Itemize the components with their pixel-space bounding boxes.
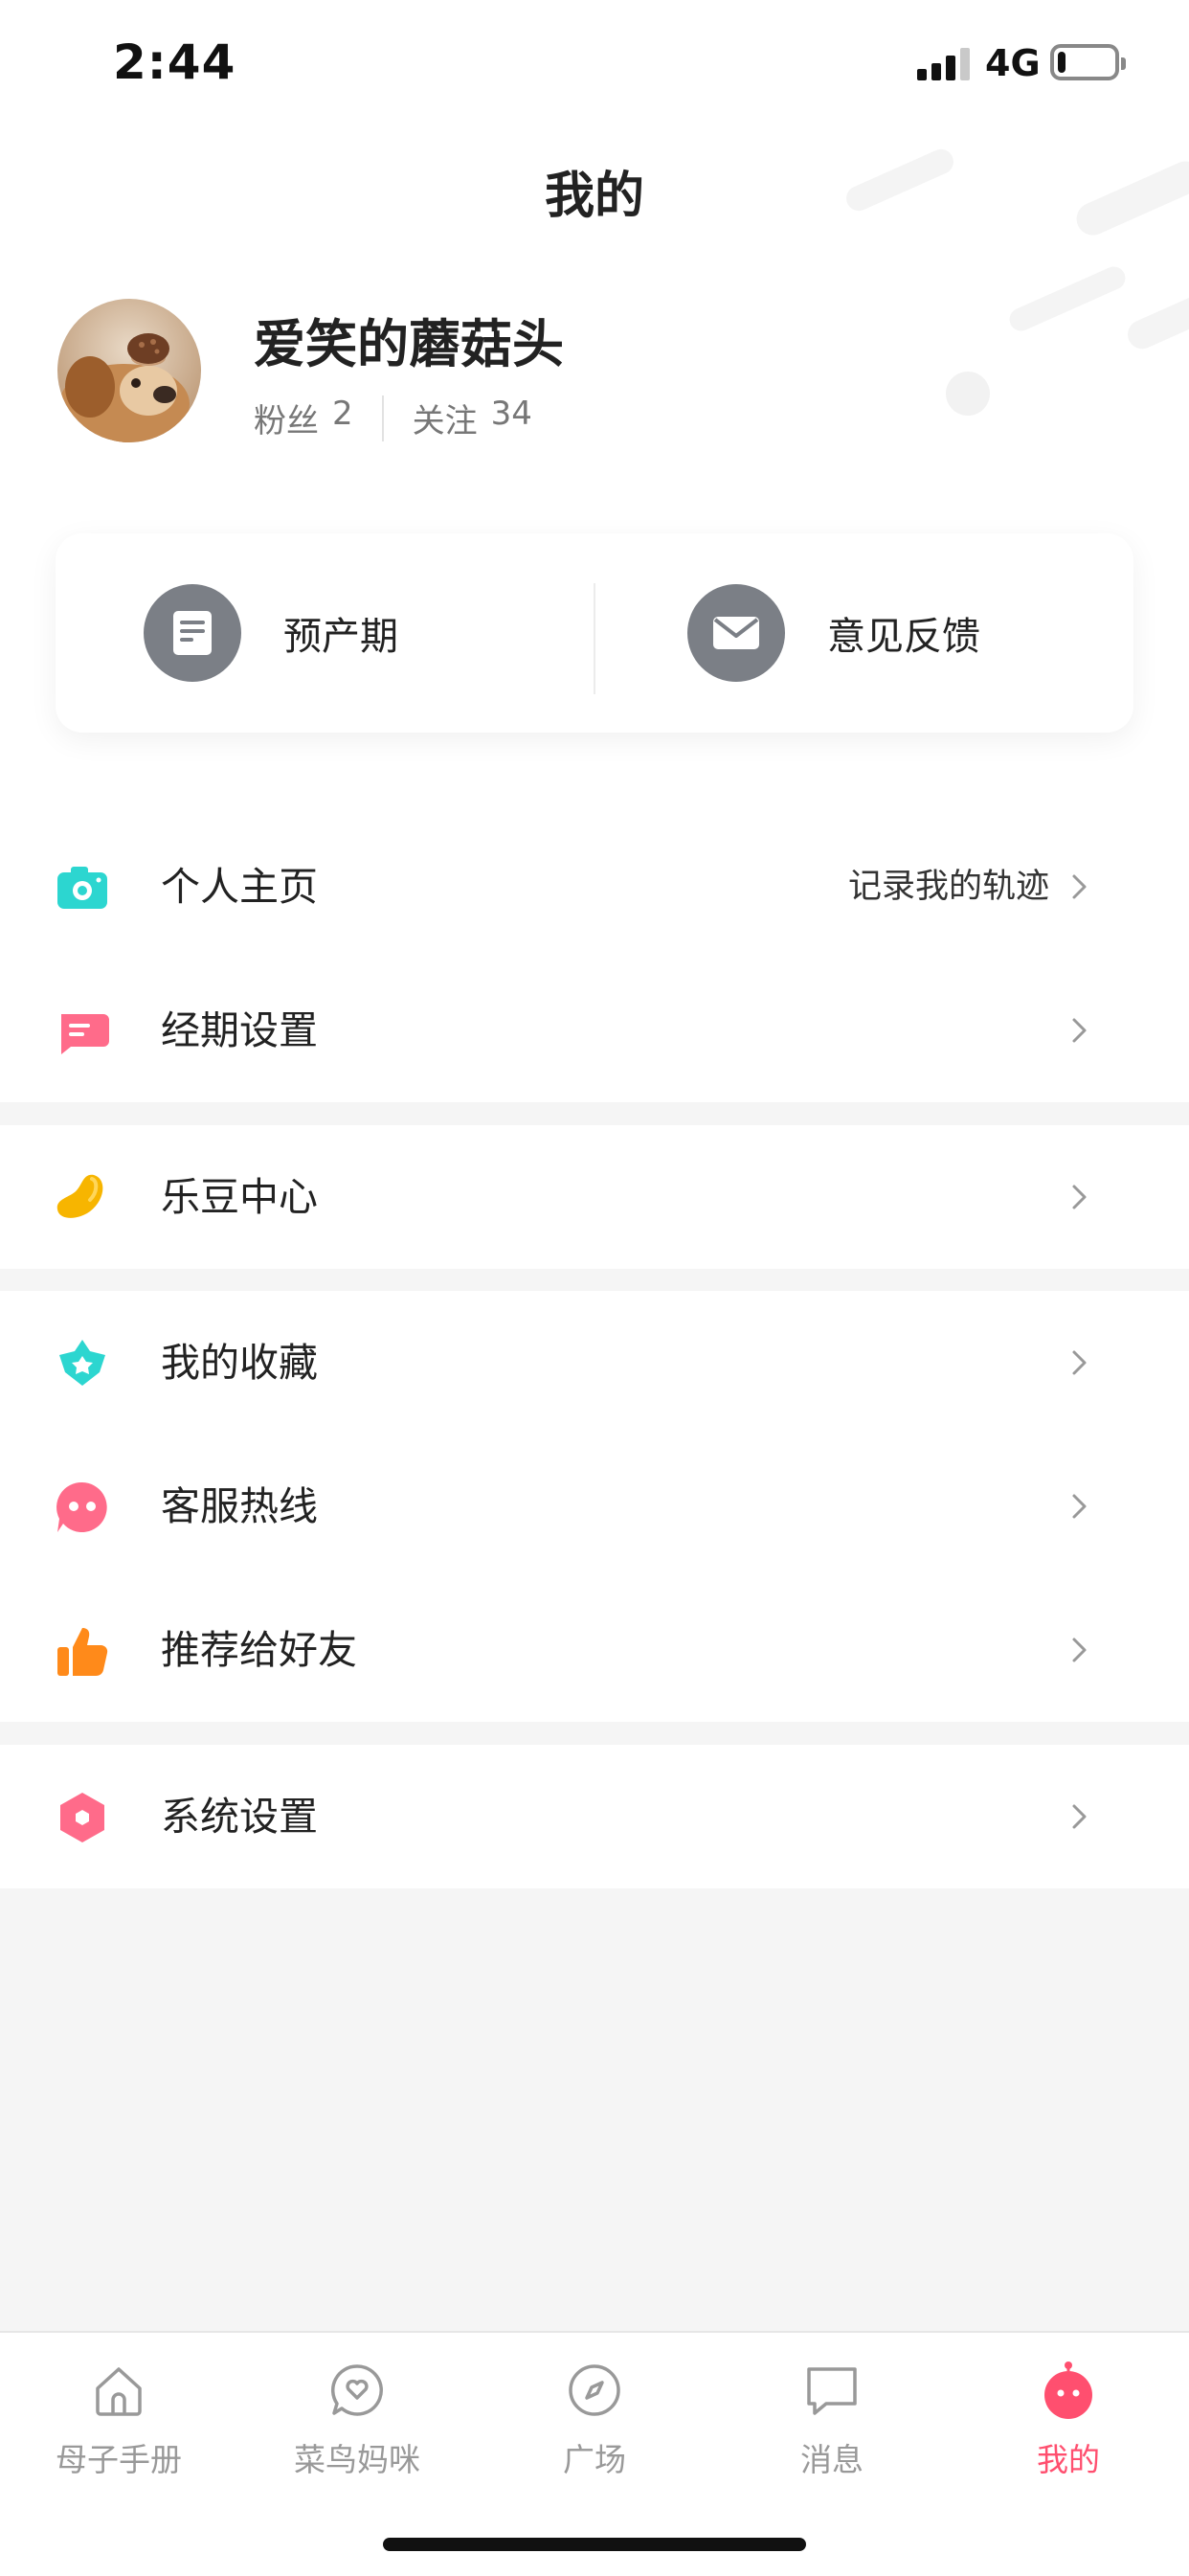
thumbs-up-icon [57, 1628, 108, 1676]
status-time: 2:44 [113, 34, 236, 90]
fans-stat[interactable]: 粉丝 2 [254, 395, 353, 441]
menu-item-label: 个人主页 [161, 864, 318, 910]
screen: 2:44 4G 我的 爱笑的蘑菇头 粉丝 2 关注 34 预产期 意见反馈 个人… [0, 0, 1189, 2576]
tab-label: 广场 [563, 2441, 626, 2478]
hexagon-settings-icon [60, 1793, 104, 1842]
network-type: 4G [985, 42, 1041, 84]
following-label: 关注 [412, 402, 478, 441]
page-title: 我的 [544, 168, 644, 225]
chat-icon [56, 1481, 107, 1532]
stat-divider [381, 395, 384, 441]
compass-icon [569, 2364, 620, 2416]
tab-handbook[interactable]: 母子手册 [23, 2361, 214, 2480]
message-icon [807, 2367, 857, 2415]
home-indicator[interactable] [383, 2538, 806, 2551]
status-bar: 2:44 4G [0, 0, 1189, 134]
feedback-button[interactable]: 意见反馈 [687, 533, 980, 733]
chevron-right-icon [1072, 1638, 1087, 1662]
tab-label: 菜鸟妈咪 [294, 2441, 420, 2478]
following-count: 34 [490, 395, 532, 433]
follow-stats: 粉丝 2 关注 34 [254, 395, 532, 441]
quick-actions-card: 预产期 意见反馈 [56, 533, 1133, 733]
tab-new-mom[interactable]: 菜鸟妈咪 [261, 2361, 453, 2480]
decoration-stripe [1005, 262, 1130, 335]
camera-icon [57, 867, 107, 909]
due-date-label: 预产期 [283, 615, 398, 659]
receipt-icon [144, 584, 241, 682]
menu-group-profile: 个人主页 记录我的轨迹 经期设置 [0, 815, 1189, 1102]
heart-chat-icon [330, 2364, 383, 2416]
due-date-button[interactable]: 预产期 [144, 533, 398, 733]
bean-icon [56, 1174, 103, 1218]
avatar[interactable] [57, 299, 201, 442]
menu-item-customer-service[interactable]: 客服热线 [0, 1435, 1189, 1578]
tab-label: 母子手册 [56, 2441, 182, 2478]
home-icon [96, 2367, 142, 2416]
menu-group-bean: 乐豆中心 [0, 1125, 1189, 1269]
fans-count: 2 [332, 395, 353, 433]
menu-item-label: 客服热线 [161, 1483, 318, 1529]
chevron-right-icon [1072, 1018, 1087, 1043]
chevron-right-icon [1072, 1185, 1087, 1209]
fans-label: 粉丝 [254, 402, 319, 441]
chevron-right-icon [1072, 1804, 1087, 1829]
feedback-label: 意见反馈 [827, 615, 980, 659]
tab-square[interactable]: 广场 [499, 2361, 690, 2480]
mail-icon [687, 584, 785, 682]
star-icon [59, 1340, 105, 1386]
tab-messages[interactable]: 消息 [736, 2361, 928, 2480]
following-stat[interactable]: 关注 34 [413, 395, 532, 441]
battery-icon [1050, 44, 1126, 80]
menu-item-label: 系统设置 [161, 1794, 318, 1840]
tab-mine[interactable]: 我的 [973, 2361, 1164, 2480]
robot-icon [1044, 2361, 1092, 2419]
note-icon [61, 1014, 109, 1054]
decoration-dot [946, 372, 990, 416]
menu-item-personal-homepage[interactable]: 个人主页 记录我的轨迹 [0, 815, 1189, 959]
menu-group-social: 我的收藏 客服热线 推荐给好友 [0, 1291, 1189, 1722]
card-divider [594, 583, 595, 694]
menu-item-favorites[interactable]: 我的收藏 [0, 1291, 1189, 1435]
tab-label: 消息 [800, 2441, 864, 2478]
menu-item-bean-center[interactable]: 乐豆中心 [0, 1125, 1189, 1269]
menu-item-hint: 记录我的轨迹 [847, 868, 1049, 906]
menu-item-recommend[interactable]: 推荐给好友 [0, 1578, 1189, 1722]
decoration-stripe [1123, 287, 1189, 354]
tab-label: 我的 [1037, 2441, 1100, 2478]
username: 爱笑的蘑菇头 [254, 314, 564, 374]
menu-item-label: 乐豆中心 [161, 1174, 318, 1220]
chevron-right-icon [1072, 1494, 1087, 1519]
menu-item-label: 经期设置 [161, 1007, 318, 1053]
menu-item-period-settings[interactable]: 经期设置 [0, 959, 1189, 1102]
chevron-right-icon [1072, 874, 1087, 899]
signal-icon [917, 48, 971, 80]
menu-item-label: 推荐给好友 [161, 1627, 357, 1673]
menu-item-label: 我的收藏 [161, 1340, 318, 1386]
chevron-right-icon [1072, 1350, 1087, 1375]
menu-group-settings: 系统设置 [0, 1745, 1189, 1888]
menu-item-system-settings[interactable]: 系统设置 [0, 1745, 1189, 1888]
